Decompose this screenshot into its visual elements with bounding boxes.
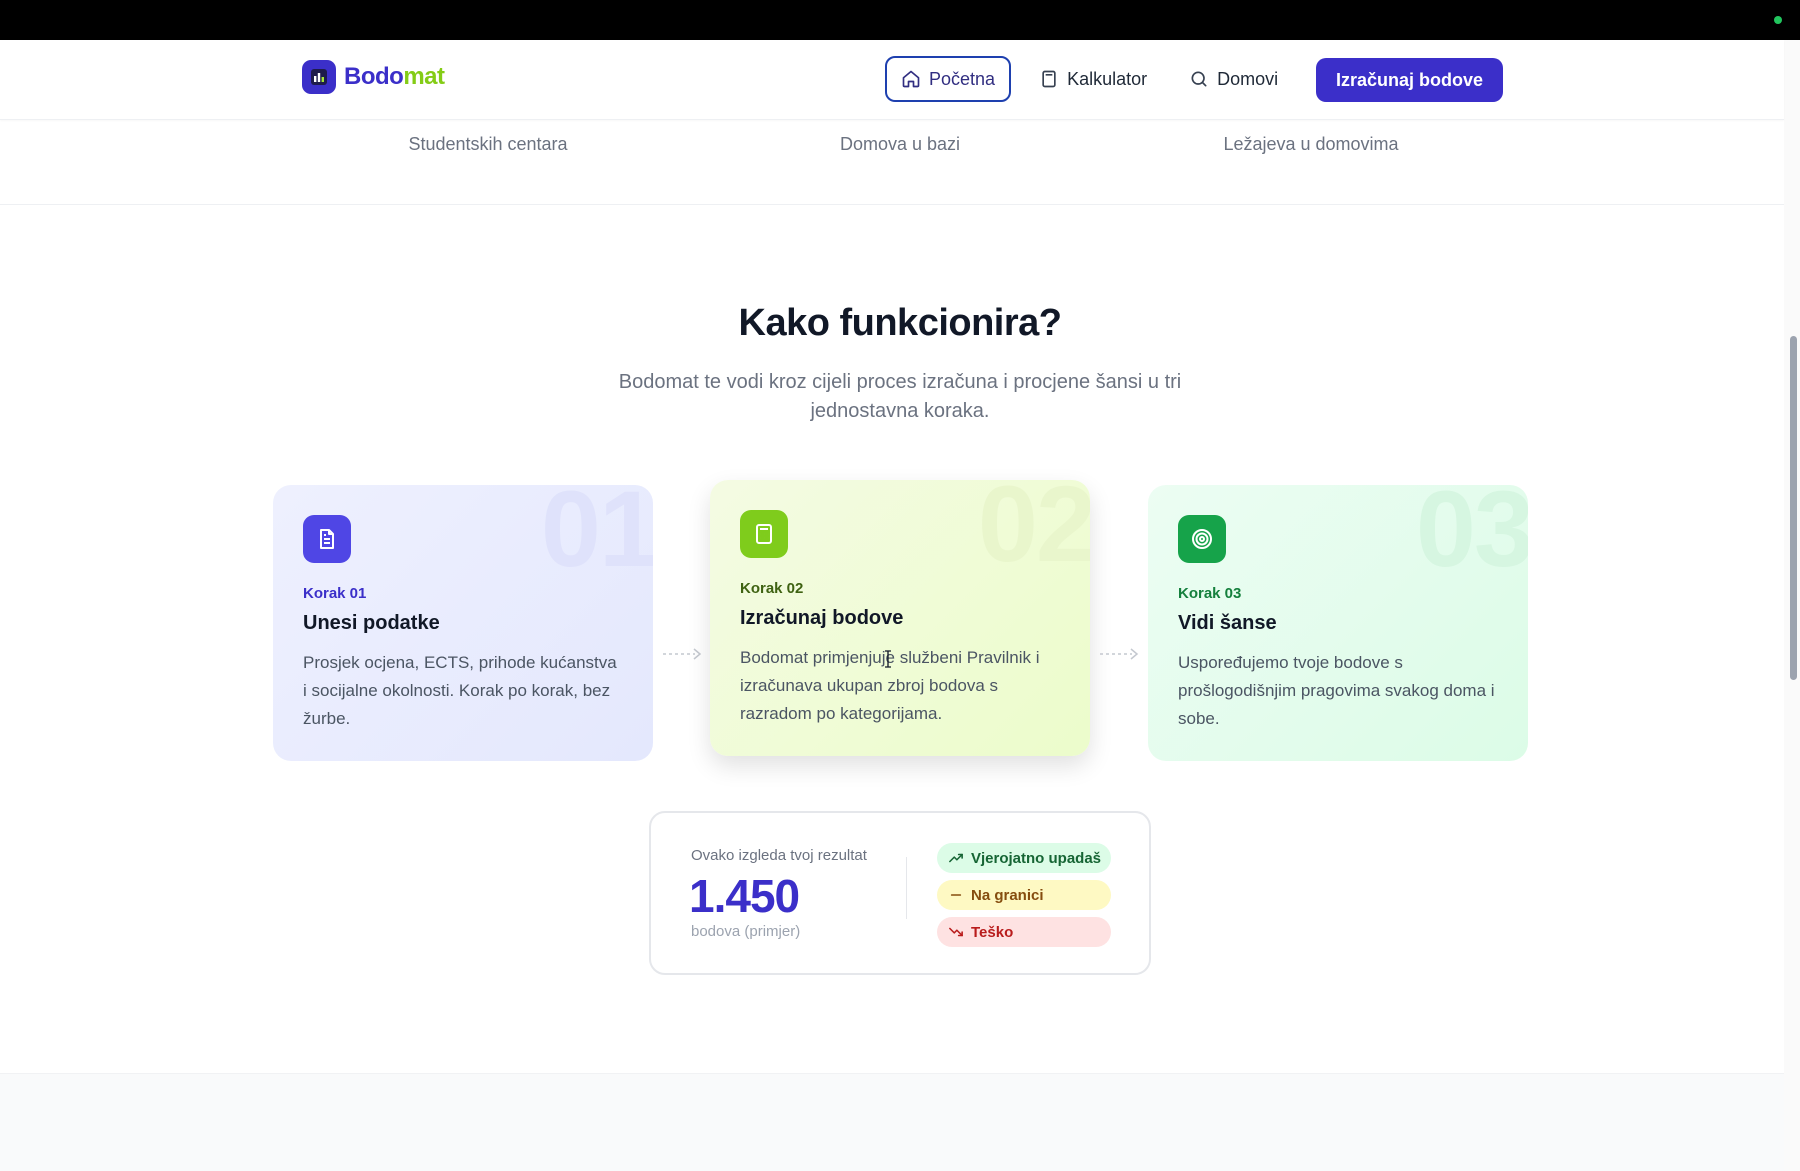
section-title: Kako funkcionira? xyxy=(738,302,1063,344)
target-icon xyxy=(1178,515,1226,563)
brand-name: Bodomat xyxy=(344,63,445,90)
step-label: Korak 02 xyxy=(740,580,804,597)
nav-label: Domovi xyxy=(1217,68,1279,89)
stat-label-dorms: Domova u bazi xyxy=(839,134,961,154)
trend-down-icon xyxy=(949,927,963,937)
outcome-label: Vjerojatno upadaš xyxy=(971,849,1102,867)
outcome-label: Teško xyxy=(971,923,1014,941)
step-label: Korak 01 xyxy=(303,585,367,602)
step-card-1: 01 Korak 01 Unesi podatke Prosjek ocjena… xyxy=(273,485,653,761)
step-title: Vidi šanse xyxy=(1178,612,1277,634)
text-cursor-icon xyxy=(885,650,891,668)
browser-top-bar xyxy=(0,0,1800,40)
arrow-right-icon xyxy=(1100,648,1139,660)
result-unit: bodova (primjer) xyxy=(691,923,801,940)
step-card-2: 02 Korak 02 Izračunaj bodove Bodomat pri… xyxy=(710,480,1090,756)
minus-icon xyxy=(950,894,962,896)
step-title: Izračunaj bodove xyxy=(740,607,904,629)
status-dot xyxy=(1774,16,1782,24)
step-label: Korak 03 xyxy=(1178,585,1242,602)
trend-up-icon xyxy=(949,853,963,863)
step-number-watermark: 02 xyxy=(977,480,1090,584)
outcome-badge-likely: Vjerojatno upadaš xyxy=(937,843,1111,873)
step-card-3: 03 Korak 03 Vidi šanse Uspoređujemo tvoj… xyxy=(1148,485,1528,761)
outcome-badge-hard: Teško xyxy=(937,917,1111,947)
result-caption: Ovako izgleda tvoj rezultat xyxy=(691,847,867,864)
home-icon xyxy=(902,70,920,88)
outcome-label: Na granici xyxy=(971,886,1044,904)
step-description: Uspoređujemo tvoje bodove s prošlogodišn… xyxy=(1178,653,1495,728)
step-number-watermark: 01 xyxy=(540,485,653,589)
stat-label-beds: Ležajeva u domovima xyxy=(1223,134,1399,154)
nav-item-pocetna[interactable]: Početna xyxy=(885,56,1012,102)
calculator-icon xyxy=(740,510,788,558)
nav-label: Početna xyxy=(929,68,996,89)
brand-logo[interactable]: Bodomat xyxy=(302,60,445,94)
site-header: Bodomat Početna Kalkulator Domovi Izraču… xyxy=(0,40,1784,120)
logo-chart-icon xyxy=(302,60,336,94)
calculate-points-button[interactable]: Izračunaj bodove xyxy=(1316,58,1504,102)
nav-label: Kalkulator xyxy=(1067,68,1148,89)
step-description: Prosjek ocjena, ECTS, prihode kućanstva … xyxy=(303,653,617,728)
stats-strip: Studentskih centara Domova u bazi Ležaje… xyxy=(0,120,1784,205)
next-section-band xyxy=(0,1073,1784,1171)
stat-label-centers: Studentskih centara xyxy=(408,134,568,154)
arrow-right-icon xyxy=(663,648,702,660)
result-preview-card: Ovako izgleda tvoj rezultat 1.450 bodova… xyxy=(649,811,1151,975)
result-value: 1.450 xyxy=(689,870,800,922)
outcome-badge-borderline: Na granici xyxy=(937,880,1111,910)
step-number-watermark: 03 xyxy=(1415,485,1528,589)
search-icon xyxy=(1191,71,1207,87)
document-icon xyxy=(303,515,351,563)
nav-item-kalkulator[interactable]: Kalkulator xyxy=(1025,56,1161,102)
main-nav: Početna Kalkulator Domovi xyxy=(885,56,1292,102)
nav-item-domovi[interactable]: Domovi xyxy=(1175,56,1292,102)
scrollbar-track[interactable] xyxy=(1784,40,1800,1171)
divider xyxy=(906,857,907,919)
step-title: Unesi podatke xyxy=(303,612,440,634)
section-subtitle: Bodomat te vodi kroz cijeli proces izrač… xyxy=(618,371,1182,422)
scrollbar-thumb[interactable] xyxy=(1790,336,1797,680)
step-description: Bodomat primjenjuje službeni Pravilnik i… xyxy=(740,648,1040,723)
calculator-icon xyxy=(1042,70,1056,88)
